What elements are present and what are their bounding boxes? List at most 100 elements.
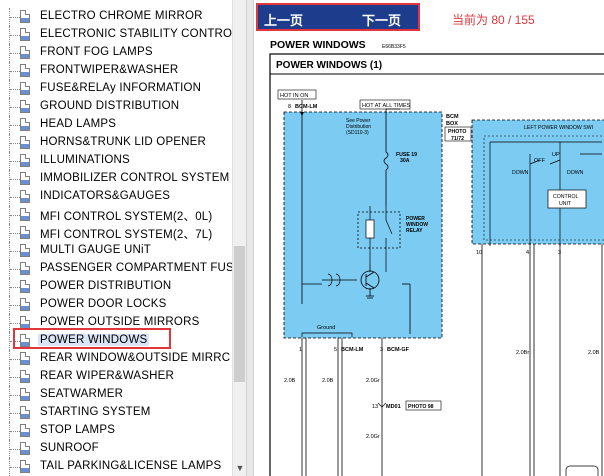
document-icon	[20, 262, 30, 275]
document-icon	[20, 10, 30, 23]
tree-item-label: GROUND DISTRIBUTION	[40, 100, 180, 112]
tree-item[interactable]: POWER DISTRIBUTION	[0, 278, 232, 296]
tree-item[interactable]: INDICATORS&GAUGES	[0, 188, 232, 206]
tree-item-label: ELECTRONIC STABILITY CONTRO	[40, 28, 233, 40]
tree-item[interactable]: POWER DOOR LOCKS	[0, 296, 232, 314]
document-icon	[20, 244, 30, 257]
tree-item-label: SUNROOF	[40, 442, 99, 454]
photo-98-label: PHOTO 98	[408, 404, 434, 410]
scrollbar-thumb[interactable]	[234, 246, 245, 382]
tree-connector	[10, 305, 20, 306]
pin-3b-label: 3	[558, 250, 561, 256]
wiring-diagram: POWER WINDOWS E66B33F5 POWER WINDOWS (1)…	[269, 39, 604, 476]
tree-connector	[10, 269, 20, 270]
sidebar-scrollbar[interactable]: ▼	[232, 0, 247, 476]
switch-up-label: UP	[552, 152, 560, 158]
document-icon	[20, 100, 30, 113]
tree-connector	[10, 395, 20, 396]
tree-item[interactable]: TAIL PARKING&LICENSE LAMPS	[0, 458, 232, 476]
document-icon	[20, 406, 30, 419]
tree-item[interactable]: MULTI GAUGE UNiT	[0, 242, 232, 260]
bcm-lm-bottom-label: BCM-LM	[341, 347, 364, 353]
next-page-button[interactable]: 下一页	[362, 10, 401, 29]
scroll-down-arrow-icon[interactable]: ▼	[233, 460, 247, 476]
tree-connector	[10, 143, 20, 144]
document-icon	[20, 442, 30, 455]
document-icon	[20, 388, 30, 401]
pin-10-label: 10	[476, 250, 482, 256]
document-icon	[20, 424, 30, 437]
tree-item[interactable]: PASSENGER COMPARTMENT FUSI	[0, 260, 237, 278]
tree-item[interactable]: IMMOBILIZER CONTROL SYSTEM	[0, 170, 232, 188]
tree-item[interactable]: FUSE&RELAy INFORMATION	[0, 80, 232, 98]
page-nav-bar: 上一页 下一页 当前为 80 / 155	[254, 0, 604, 34]
wire-label-2-0b-right: 2.0B	[588, 350, 600, 356]
pin-4-label: 4	[526, 250, 529, 256]
switch-down-label-2: DOWN	[567, 170, 584, 176]
tree-item[interactable]: STARTING SYSTEM	[0, 404, 232, 422]
tree-item-label: REAR WINDOW&OUTSIDE MIRRC	[40, 352, 231, 364]
left-pw-switch-label: LEFT POWER WINDOW SWI	[524, 125, 593, 131]
tree-item[interactable]: HEAD LAMPS	[0, 116, 232, 134]
relay-label-3: RELAY	[406, 228, 423, 234]
wire-label-2-0gr-1: 2.0Gr	[366, 378, 380, 384]
tree-item-label: INDICATORS&GAUGES	[40, 190, 171, 202]
tree-connector	[10, 431, 20, 432]
tree-item[interactable]: GROUND DISTRIBUTION	[0, 98, 232, 116]
document-icon	[20, 64, 30, 77]
pin-8-label: 8	[288, 104, 291, 110]
wire-label-2-0b-1: 2.0B	[284, 378, 296, 384]
document-icon	[20, 298, 30, 311]
tree-item[interactable]: REAR WIPER&WASHER	[0, 368, 232, 386]
tree-item-label: POWER DISTRIBUTION	[40, 280, 172, 292]
page-indicator: 当前为 80 / 155	[452, 13, 535, 27]
document-icon	[20, 352, 30, 365]
tree-item-label: REAR WIPER&WASHER	[40, 370, 174, 382]
tree-item-label: MULTI GAUGE UNiT	[40, 244, 151, 256]
document-icon	[20, 370, 30, 383]
tree-item[interactable]: MFI CONTROL SYSTEM(2、0L)	[0, 206, 232, 224]
document-icon	[20, 154, 30, 167]
tree-connector	[10, 17, 20, 18]
tree-item[interactable]: HORNS&TRUNK LID OPENER	[0, 134, 232, 152]
tree-connector	[10, 287, 20, 288]
ground-label: Ground	[317, 325, 335, 331]
tree-item[interactable]: FRONT FOG LAMPS	[0, 44, 232, 62]
tree-item-label: POWER OUTSIDE MIRRORS	[40, 316, 200, 328]
prev-page-button[interactable]: 上一页	[264, 10, 303, 29]
tree-connector	[10, 197, 20, 198]
photo-label: PHOTO	[448, 129, 466, 135]
wire-label-2-0b-2: 2.0B	[322, 378, 334, 384]
main-viewer: 上一页 下一页 当前为 80 / 155 POWER WINDOWS E66B3…	[254, 0, 604, 476]
tree-connector	[10, 53, 20, 54]
tree-item[interactable]: ILLUMINATIONS	[0, 152, 232, 170]
tree-item[interactable]: STOP LAMPS	[0, 422, 232, 440]
switch-down-label-1: DOWN	[512, 170, 529, 176]
pane-splitter[interactable]	[246, 0, 254, 476]
tree-item[interactable]: ELECTRONIC STABILITY CONTRO	[0, 26, 232, 44]
document-icon	[20, 190, 30, 203]
bcm-box-label-2: BOX	[446, 121, 458, 127]
tree-item[interactable]: ELECTRO CHROME MIRROR	[0, 8, 232, 26]
tree-item[interactable]: FRONTWIPER&WASHER	[0, 62, 232, 80]
control-unit-label-1: CONTROL	[553, 194, 578, 200]
diagram-section-title: POWER WINDOWS (1)	[276, 60, 382, 71]
tree-item[interactable]: SUNROOF	[0, 440, 232, 458]
tree-item[interactable]: SEATWARMER	[0, 386, 232, 404]
tree-connector	[10, 35, 20, 36]
tree-connector	[10, 413, 20, 414]
tree-item-label: PASSENGER COMPARTMENT FUSI	[40, 262, 238, 274]
document-icon	[20, 226, 30, 239]
document-icon	[20, 460, 30, 473]
tree-item[interactable]: MFI CONTROL SYSTEM(2、7L)	[0, 224, 232, 242]
tree-connector	[10, 323, 20, 324]
document-icon	[20, 280, 30, 293]
hot-at-all-times-label: HOT AT ALL TIMES	[362, 103, 411, 109]
switch-off-label: OFF	[534, 158, 546, 164]
tree-connector	[10, 125, 20, 126]
tree-item[interactable]: REAR WINDOW&OUTSIDE MIRRC	[0, 350, 232, 368]
tree-connector	[10, 467, 20, 468]
nav-button-group: 上一页 下一页	[256, 3, 420, 31]
sidebar-tree: ELECTRO CHROME MIRROR ELECTRONIC STABILIT…	[0, 0, 246, 476]
tree-item-label: POWER DOOR LOCKS	[40, 298, 167, 310]
